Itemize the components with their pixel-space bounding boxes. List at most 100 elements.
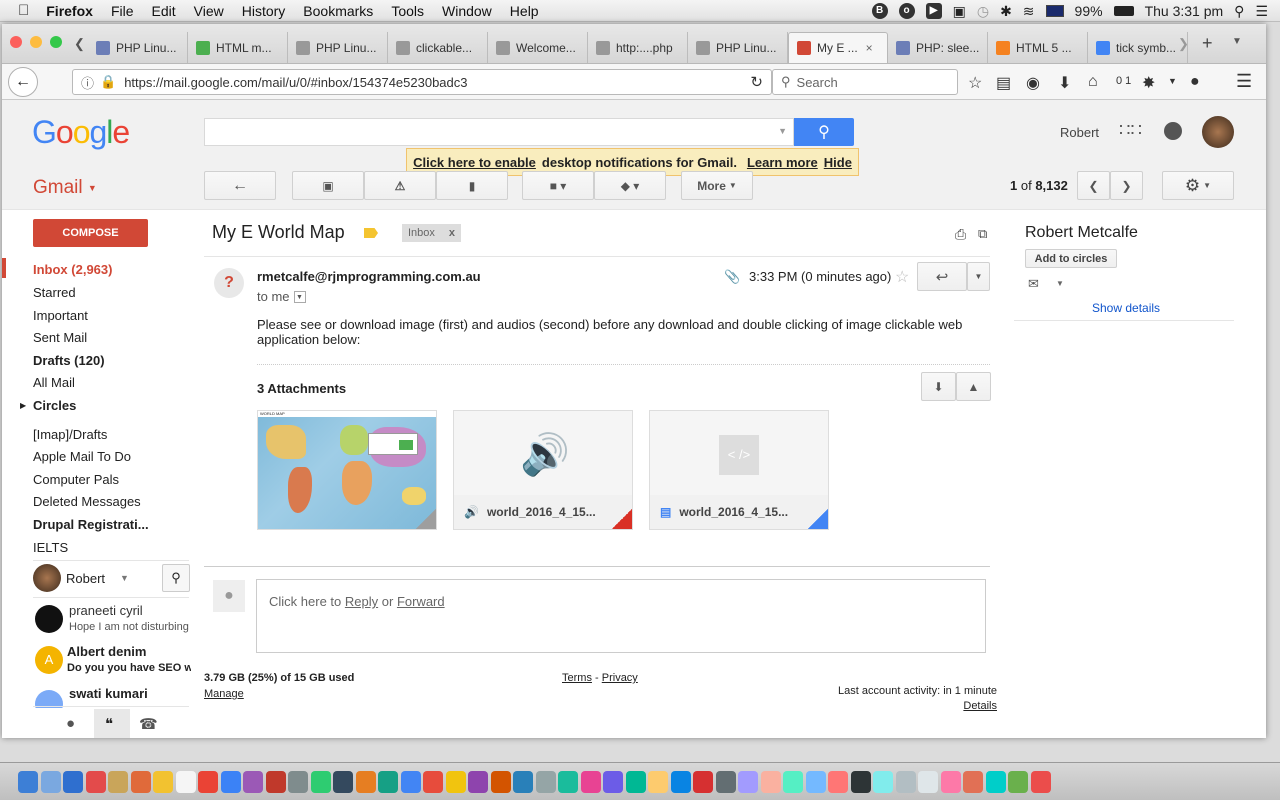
menu-window[interactable]: Window: [433, 3, 501, 19]
print-icon[interactable]: ⎙: [955, 226, 966, 243]
tab-8[interactable]: My E ... ×: [788, 32, 888, 63]
notifications-bell-icon[interactable]: [1164, 122, 1182, 140]
dock-app-icon[interactable]: [918, 771, 938, 793]
mail-icon[interactable]: ✉: [1028, 276, 1039, 292]
dock-app-icon[interactable]: [310, 771, 331, 793]
dock-app-icon[interactable]: [198, 771, 218, 793]
menu-edit[interactable]: Edit: [143, 3, 185, 19]
reply-link[interactable]: Reply: [345, 594, 378, 609]
dock-app-icon[interactable]: [220, 771, 241, 793]
archive-button[interactable]: ▣: [292, 171, 364, 200]
nav-item[interactable]: All Mail: [33, 375, 75, 390]
dock-app-icon[interactable]: [355, 771, 376, 793]
clock[interactable]: Thu 3:31 pm: [1145, 3, 1224, 19]
compose-button[interactable]: COMPOSE: [33, 219, 148, 247]
pocket-icon[interactable]: ◉: [1026, 73, 1040, 93]
dock-app-icon[interactable]: [130, 771, 151, 793]
nav-item[interactable]: Important: [33, 308, 88, 323]
dock-app-icon[interactable]: [445, 771, 466, 793]
time-machine-icon[interactable]: ◷: [977, 3, 989, 20]
back-button[interactable]: ←: [8, 67, 38, 97]
bluetooth-icon[interactable]: ✱: [1000, 3, 1012, 20]
dock-app-icon[interactable]: [805, 771, 826, 793]
dock-app-icon[interactable]: [670, 771, 691, 793]
dock-app-icon[interactable]: [1030, 771, 1051, 793]
nav-item[interactable]: Computer Pals: [33, 472, 119, 487]
enable-notifications-link[interactable]: Click here to enable: [413, 155, 536, 170]
tab-6[interactable]: http:....php: [588, 32, 688, 63]
audio-status-icon[interactable]: ▶: [925, 3, 942, 19]
chat-bubble-icon[interactable]: ●: [1190, 73, 1200, 91]
nav-item[interactable]: Apple Mail To Do: [33, 449, 131, 464]
reply-button[interactable]: ↩: [917, 262, 967, 291]
person-icon[interactable]: ●: [66, 715, 75, 732]
dock-app-icon[interactable]: [175, 771, 196, 793]
older-button[interactable]: ❯: [1110, 171, 1143, 200]
bookmark-star-icon[interactable]: ☆: [968, 73, 982, 93]
tabs-scroll-right-icon[interactable]: ❯: [1178, 36, 1189, 52]
notification-center-icon[interactable]: ☰: [1255, 3, 1268, 20]
settings-button[interactable]: ⚙ ▼: [1162, 171, 1234, 200]
dock-app-icon[interactable]: [985, 771, 1006, 793]
dock-app-icon[interactable]: [468, 771, 488, 793]
sender-avatar[interactable]: ?: [214, 268, 244, 298]
dock-app-icon[interactable]: [378, 771, 398, 793]
camera-icon[interactable]: ▣: [953, 3, 966, 20]
tab-1[interactable]: PHP Linu...: [88, 32, 188, 63]
reading-list-icon[interactable]: ▤: [996, 73, 1011, 93]
account-name[interactable]: Robert: [1060, 125, 1099, 140]
attachment-document[interactable]: < /> ▤ world_2016_4_15...: [649, 410, 829, 530]
save-to-drive-button[interactable]: ▲: [956, 372, 991, 401]
google-logo[interactable]: Google: [32, 114, 130, 151]
dock-app-icon[interactable]: [63, 771, 83, 793]
nav-item[interactable]: Circles: [33, 398, 76, 413]
menu-bookmarks[interactable]: Bookmarks: [294, 3, 382, 19]
dock-app-icon[interactable]: [558, 771, 578, 793]
expand-arrow-icon[interactable]: ▶: [20, 401, 26, 410]
spotlight-icon[interactable]: ⚲: [1234, 3, 1244, 20]
circle-status-icon[interactable]: o: [898, 3, 915, 19]
nav-item[interactable]: [Imap]/Drafts: [33, 427, 107, 442]
zoom-window-icon[interactable]: [50, 36, 62, 48]
nav-item[interactable]: Drupal Registrati...: [33, 517, 149, 532]
tab-list-icon[interactable]: ▼: [1232, 36, 1242, 47]
url-bar[interactable]: ⓘ 🔒 https://mail.google.com/mail/u/0/#in…: [72, 69, 772, 95]
nav-item[interactable]: Sent Mail: [33, 330, 87, 345]
home-icon[interactable]: ⌂: [1088, 73, 1098, 91]
nav-item[interactable]: Starred: [33, 285, 76, 300]
apps-grid-icon[interactable]: ∷∷: [1119, 120, 1142, 141]
battery-icon[interactable]: [1113, 6, 1134, 16]
hide-link[interactable]: Hide: [824, 155, 852, 170]
chat-contact[interactable]: praneeti cyril Hope I am not disturbing: [33, 603, 193, 639]
contact-panel-name[interactable]: Robert Metcalfe: [1025, 224, 1138, 242]
dock-app-icon[interactable]: [400, 771, 421, 793]
dock-app-icon[interactable]: [18, 771, 38, 793]
new-window-icon[interactable]: ⧉: [978, 226, 987, 242]
dock-app-icon[interactable]: [783, 771, 803, 793]
delete-button[interactable]: ▮: [436, 171, 508, 200]
reply-box[interactable]: Click here to Reply or Forward: [256, 579, 986, 653]
dock-app-icon[interactable]: [648, 771, 668, 793]
dock-app-icon[interactable]: [963, 771, 983, 793]
apple-menu-icon[interactable]: : [0, 2, 37, 19]
forward-link[interactable]: Forward: [397, 594, 445, 609]
dock-app-icon[interactable]: [40, 771, 61, 793]
label-chip-text[interactable]: Inbox: [408, 227, 435, 239]
tab-5[interactable]: Welcome...: [488, 32, 588, 63]
counter-badge[interactable]: 0 1: [1116, 75, 1131, 87]
chevron-down-icon[interactable]: ▼: [1056, 279, 1064, 288]
nav-item[interactable]: Deleted Messages: [33, 494, 141, 509]
manage-storage-link[interactable]: Manage: [204, 688, 244, 700]
dock-app-icon[interactable]: [625, 771, 646, 793]
tab-10[interactable]: HTML 5 ...: [988, 32, 1088, 63]
star-icon[interactable]: ☆: [895, 267, 909, 287]
dock-app-icon[interactable]: [153, 771, 173, 793]
labels-button[interactable]: ◆ ▾: [594, 171, 666, 200]
b-status-icon[interactable]: B: [871, 3, 888, 19]
reload-icon[interactable]: ↻: [750, 73, 763, 91]
phone-icon[interactable]: ☎: [139, 715, 158, 733]
flag-icon[interactable]: [1045, 5, 1064, 17]
show-details-icon[interactable]: ▼: [293, 290, 306, 303]
tab-4[interactable]: clickable...: [388, 32, 488, 63]
dock-app-icon[interactable]: [85, 771, 106, 793]
